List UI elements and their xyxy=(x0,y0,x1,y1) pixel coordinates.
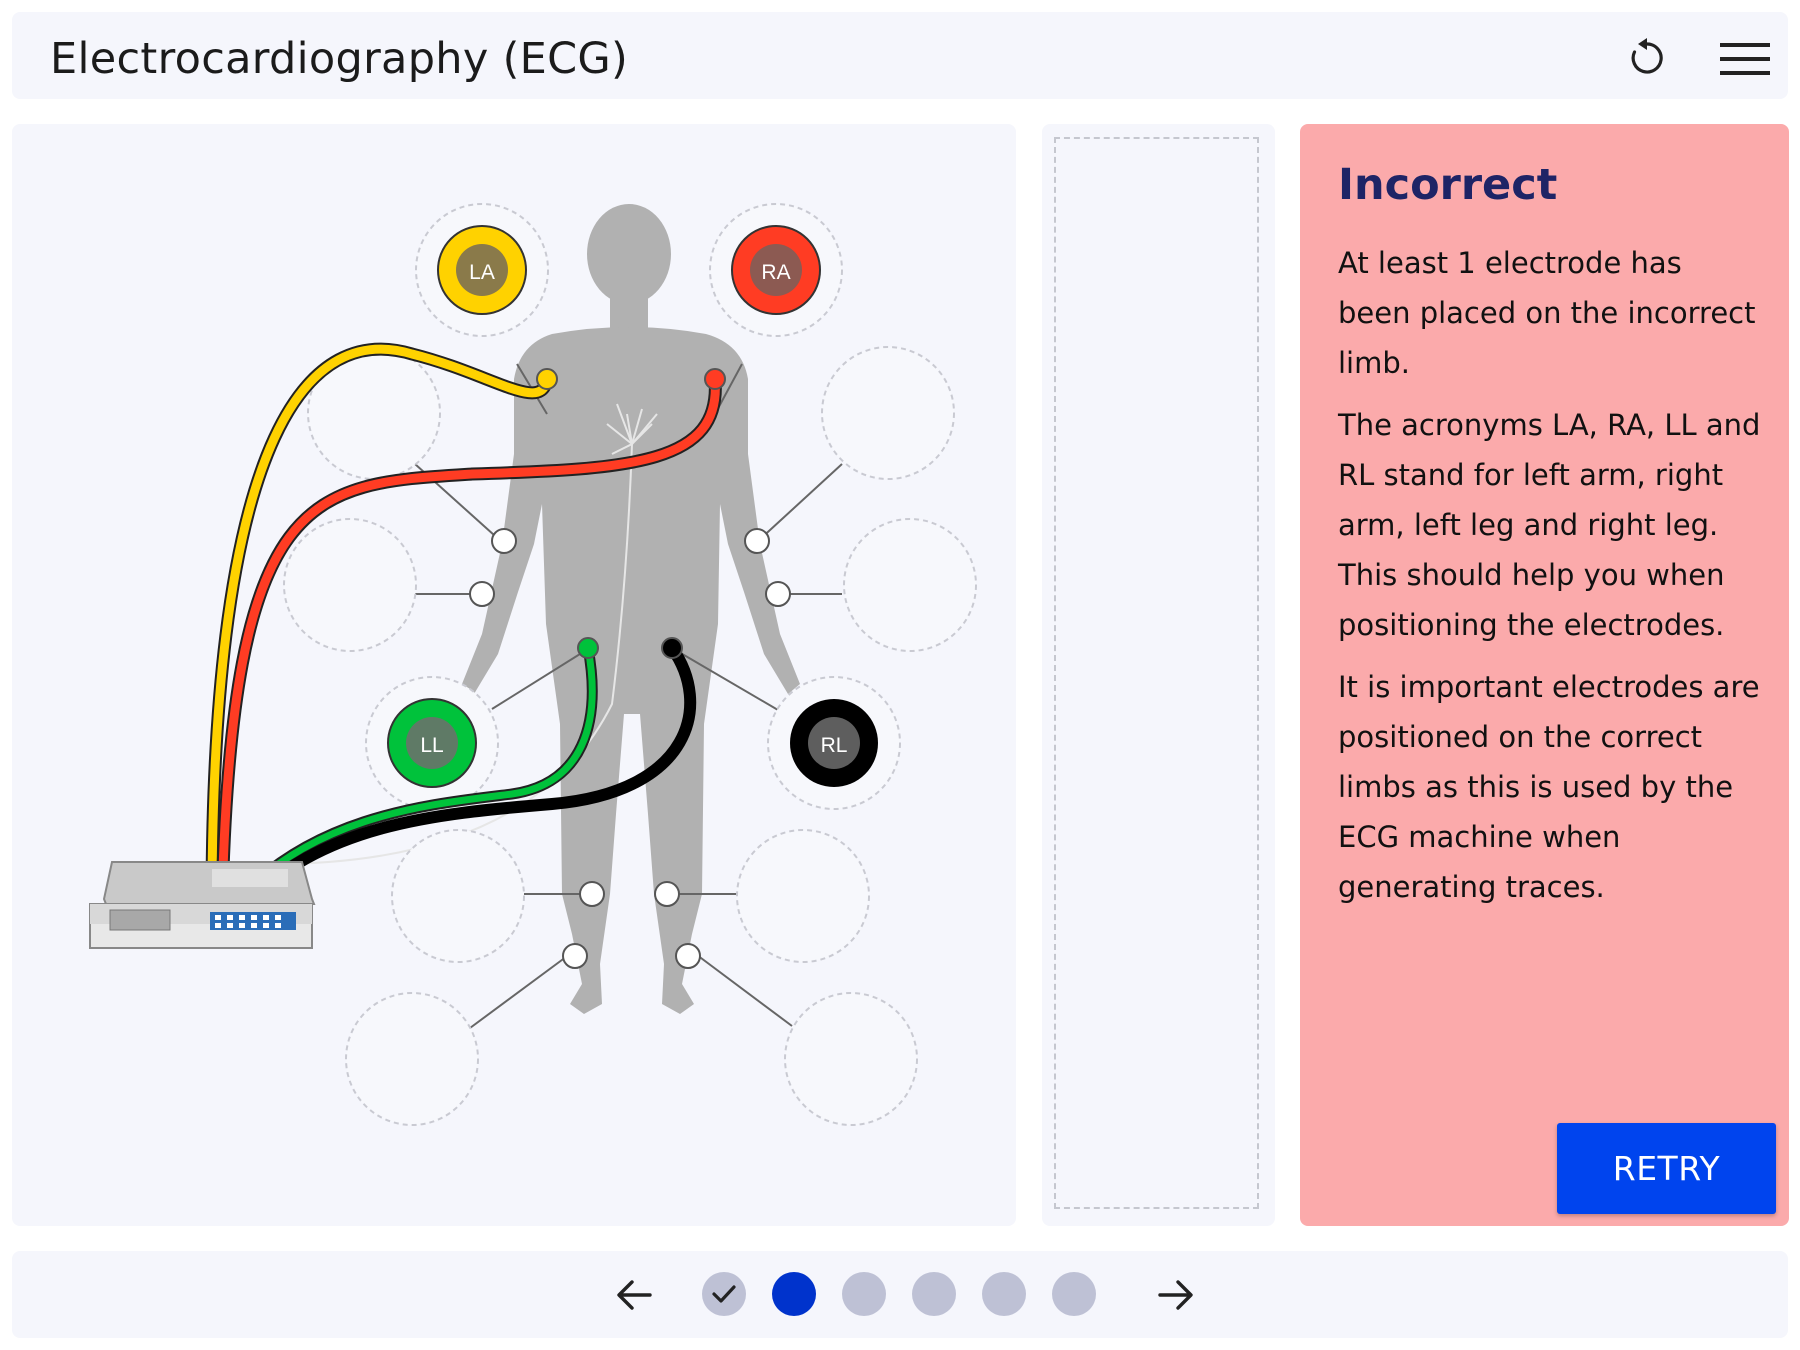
page-dot-4[interactable] xyxy=(912,1272,956,1316)
feedback-panel: Incorrect At least 1 electrode has been … xyxy=(1300,124,1789,1226)
electrode-ra-label: RA xyxy=(761,261,790,284)
page-dot-1[interactable] xyxy=(702,1272,746,1316)
page-dot-6[interactable] xyxy=(1052,1272,1096,1316)
electrode-ll: LL xyxy=(387,698,477,788)
electrode-tray xyxy=(1042,124,1275,1226)
reset-icon[interactable] xyxy=(1624,36,1670,82)
header-bar: Electrocardiography (ECG) xyxy=(12,12,1788,99)
ecg-diagram: LA RA LL RL xyxy=(89,203,977,1126)
feedback-paragraph: The acronyms LA, RA, LL and RL stand for… xyxy=(1338,408,1761,642)
tray-drop-zone[interactable] xyxy=(1054,137,1259,1209)
page-dot-3[interactable] xyxy=(842,1272,886,1316)
menu-icon[interactable] xyxy=(1718,36,1770,82)
ecg-stage: LA RA LL RL xyxy=(12,124,1016,1226)
page-dot-2[interactable] xyxy=(772,1272,816,1316)
next-arrow-icon[interactable] xyxy=(1152,1271,1200,1319)
page-dot-5[interactable] xyxy=(982,1272,1026,1316)
feedback-title: Incorrect xyxy=(1338,160,1558,210)
retry-button[interactable]: RETRY xyxy=(1557,1123,1776,1214)
previous-arrow-icon[interactable] xyxy=(610,1271,658,1319)
footer-nav xyxy=(12,1251,1788,1338)
feedback-paragraph: It is important electrodes are positione… xyxy=(1338,670,1760,904)
electrode-ra: RA xyxy=(731,225,821,315)
electrode-rl-label: RL xyxy=(821,734,848,757)
electrode-rl: RL xyxy=(790,699,878,787)
feedback-body: At least 1 electrode has been placed on … xyxy=(1338,238,1763,924)
electrode-ll-label: LL xyxy=(420,734,443,757)
ecg-machine-icon xyxy=(89,861,316,949)
check-icon xyxy=(712,1285,736,1303)
electrode-la-label: LA xyxy=(469,261,495,284)
feedback-paragraph: At least 1 electrode has been placed on … xyxy=(1338,246,1756,380)
electrode-la: LA xyxy=(437,225,527,315)
page-title: Electrocardiography (ECG) xyxy=(50,34,629,84)
